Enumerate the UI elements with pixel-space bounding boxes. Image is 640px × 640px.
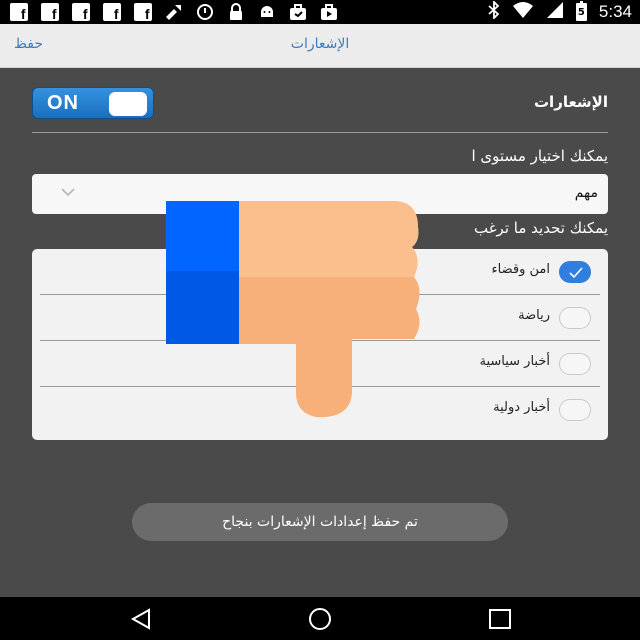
notification-icons: f f f f f [0,3,341,21]
checkbox-checked[interactable] [559,261,591,283]
toast-text: تم حفظ إعدادات الإشعارات بنجاح [222,514,418,530]
android-icon [254,3,279,21]
navigation-bar [0,597,640,640]
battery-icon: 5 [575,1,587,21]
divider [32,132,608,133]
notifications-settings: ON الإشعارات يمكنك اختيار مستوى ا مهم يم… [0,69,640,597]
lock-icon [223,3,248,21]
page-title: الإشعارات [290,36,350,52]
topic-label: أخبار سياسية [479,354,550,369]
thumbs-down-icon [166,201,420,418]
facebook-icon: f [130,3,155,21]
signal-icon [546,1,564,23]
phone-tools-icon [161,3,186,21]
facebook-icon: f [99,3,124,21]
checkbox-unchecked[interactable] [559,353,591,375]
bluetooth-icon [488,0,500,23]
checkmark-icon [569,267,583,279]
level-select-value: مهم [574,185,598,201]
alarm-icon [192,3,217,21]
briefcase-icon [316,3,341,21]
facebook-icon: f [68,3,93,21]
topic-label: امن وقضاء [491,262,550,277]
status-bar: f f f f f 5 5:34 [0,0,640,24]
topic-label: رياضة [518,308,550,323]
facebook-icon: f [37,3,62,21]
system-icons: 5 5:34 [488,0,632,24]
wifi-icon [512,1,534,23]
clock: 5:34 [598,2,632,21]
action-bar: حفظ الإشعارات [0,24,640,68]
back-icon[interactable] [127,607,157,631]
recents-icon[interactable] [485,607,515,631]
checkbox-unchecked[interactable] [559,307,591,329]
home-icon[interactable] [305,607,335,631]
topic-label: أخبار دولية [493,400,550,415]
toggle-label: ON [47,92,79,114]
topics-hint: يمكنك تحديد ما ترغب [473,219,608,237]
checkbox-unchecked[interactable] [559,399,591,421]
level-hint: يمكنك اختيار مستوى ا [471,147,608,165]
toast: تم حفظ إعدادات الإشعارات بنجاح [132,503,508,541]
toggle-knob [109,92,147,116]
facebook-icon: f [6,3,31,21]
chevron-down-icon [61,188,75,197]
briefcase-icon [285,3,310,21]
notifications-toggle[interactable]: ON [32,87,154,119]
notifications-label: الإشعارات [533,93,608,111]
